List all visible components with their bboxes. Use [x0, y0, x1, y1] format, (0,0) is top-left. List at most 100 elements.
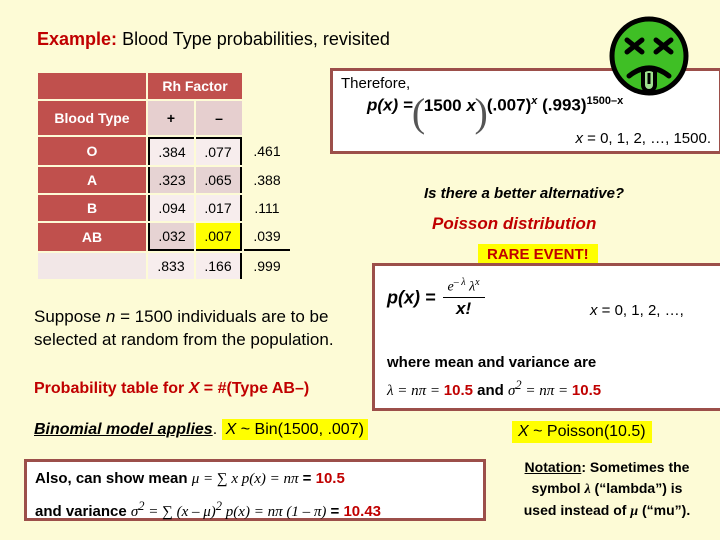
- variance-npi: nπ (1 – π): [267, 504, 327, 520]
- table-row-group-header: Rh Factor: [38, 73, 290, 99]
- poisson-mean-variance-values: λ = nπ = 10.5 and σ2 = nπ = 10.5: [387, 378, 601, 400]
- poisson-distribution-header: Poisson distribution: [432, 214, 597, 233]
- variance-text-a: and variance: [35, 503, 131, 520]
- caption-text-a: Probability table for: [34, 380, 189, 397]
- table-cell-ab-total: .039: [244, 223, 290, 251]
- table-header-blood-type: Blood Type: [38, 101, 146, 135]
- suppose-var-n: n: [105, 307, 116, 326]
- variance-value: 10.43: [343, 503, 382, 520]
- poisson-model-dist: ~ Poisson(10.5): [528, 423, 646, 440]
- table-margin-header-blank: [244, 73, 290, 99]
- pmf-term-p: (.007): [486, 95, 532, 115]
- table-cell-a-minus: .065: [196, 167, 242, 193]
- notation-line3-a: used instead of: [523, 502, 631, 518]
- caption-text-b: = #(Type AB–): [199, 380, 310, 397]
- notation-line2-a: symbol: [531, 480, 585, 496]
- mean-text-a: Also, can show mean: [35, 470, 192, 487]
- table-cell-b-total: .111: [244, 195, 290, 221]
- table-corner-blank: [38, 73, 146, 99]
- table-cell-o-plus: .384: [148, 137, 194, 165]
- mean-equals: =: [298, 470, 316, 487]
- poisson-x-range-text: = 0, 1, 2, …,: [597, 302, 684, 319]
- notation-line2-b: (“lambda”) is: [590, 480, 683, 496]
- poisson-e-exponent: – λ: [453, 277, 466, 288]
- poisson-mean-variance-note: where mean and variance are: [387, 354, 597, 371]
- binomial-distribution-badge: X ~ Bin(1500, .007): [221, 419, 368, 440]
- suppose-text-a: Suppose: [34, 307, 102, 326]
- variance-expr-c: p(x) =: [222, 504, 268, 520]
- table-row: AB .032 .007 .039: [38, 223, 290, 251]
- page-title: Example: Blood Type probabilities, revis…: [37, 29, 390, 50]
- poisson-x-var: x: [590, 302, 598, 319]
- table-row-label-a: A: [38, 167, 146, 193]
- title-keyword: Example:: [37, 29, 118, 49]
- rare-event-badge: RARE EVENT!: [478, 244, 598, 265]
- poisson-model-badge: X ~ Poisson(10.5): [512, 421, 652, 443]
- notation-line3-b: (“mu”).: [638, 502, 691, 518]
- table-row: B .094 .017 .111: [38, 195, 290, 221]
- table-footer-plus: .833: [148, 253, 194, 279]
- blood-type-probability-table: Rh Factor Blood Type + – O .384 .077 .46…: [36, 71, 292, 281]
- table-row-label-b: B: [38, 195, 146, 221]
- variance-line: and variance σ2 = ∑ (x – μ)2 p(x) = nπ (…: [35, 493, 475, 526]
- table-row-label-o: O: [38, 137, 146, 165]
- table-row-label-ab: AB: [38, 223, 146, 251]
- title-rest: Blood Type probabilities, revisited: [122, 29, 390, 49]
- poisson-fraction: e– λ λx x!: [442, 277, 485, 319]
- notation-heading: Notation: [524, 459, 582, 475]
- variance-equals: =: [326, 503, 344, 520]
- caption-var-x: X: [188, 380, 200, 397]
- binomial-x-range: x = 0, 1, 2, …, 1500.: [576, 130, 712, 147]
- poisson-numerator: e– λ λx: [442, 277, 485, 298]
- table-cell-o-total: .461: [244, 137, 290, 165]
- table-cell-ab-minus-highlighted: .007: [196, 223, 242, 251]
- table-row: O .384 .077 .461: [38, 137, 290, 165]
- binomial-period: .: [212, 421, 218, 438]
- table-row-footer: .833 .166 .999: [38, 253, 290, 279]
- poisson-lambda-expr: = nπ =: [393, 383, 444, 399]
- table-cell-ab-plus: .032: [148, 223, 194, 251]
- table-cell-b-plus: .094: [148, 195, 194, 221]
- poisson-pmf-formula: p(x) = e– λ λx x!: [387, 277, 487, 320]
- table-row-sub-header: Blood Type + –: [38, 101, 290, 135]
- pmf-term-q: (.993): [542, 95, 587, 115]
- notation-mu-symbol: μ: [630, 504, 639, 519]
- table-margin-cell-blank: [244, 101, 290, 135]
- table-footer-label: [38, 253, 146, 279]
- poisson-and: and: [472, 382, 508, 399]
- mean-expr: = ∑ x p(x) =: [199, 471, 284, 487]
- poisson-model-var-x: X: [518, 423, 529, 440]
- slide-canvas: Example: Blood Type probabilities, revis…: [0, 0, 720, 540]
- left-paren-glyph: (: [411, 90, 426, 136]
- table-cell-o-minus: .077: [196, 137, 242, 165]
- binomial-applies-label: Binomial model applies: [34, 421, 213, 438]
- therefore-label: Therefore,: [341, 75, 411, 92]
- binomial-x-range-text: = 0, 1, 2, …, 1500.: [583, 130, 711, 147]
- table-group-header-rh-factor: Rh Factor: [148, 73, 242, 99]
- mean-variance-box: Also, can show mean μ = ∑ x p(x) = nπ = …: [24, 459, 486, 521]
- binomial-coefficient: ( 1500 x ): [412, 93, 488, 133]
- poisson-pmf-box: p(x) = e– λ λx x! x = 0, 1, 2, …, where …: [372, 263, 720, 411]
- mean-npi: nπ: [283, 471, 299, 487]
- mean-line: Also, can show mean μ = ∑ x p(x) = nπ = …: [35, 465, 475, 493]
- notation-line1: : Sometimes the: [581, 459, 690, 475]
- table-subheader-minus: –: [196, 101, 242, 135]
- binomial-x-var: x: [575, 130, 584, 147]
- poisson-x-range: x = 0, 1, 2, …,: [590, 302, 684, 319]
- poisson-lambda-value: 10.5: [443, 382, 473, 399]
- poisson-pmf-lhs: p(x) =: [387, 287, 436, 308]
- table-cell-b-minus: .017: [196, 195, 242, 221]
- table-subheader-plus: +: [148, 101, 194, 135]
- pmf-lhs: p(x) =: [367, 95, 413, 115]
- poisson-sigma-expr: = nπ =: [521, 383, 572, 399]
- poisson-sigma-value: 10.5: [571, 382, 602, 399]
- binomial-dist-text: ~ Bin(1500, .007): [236, 421, 364, 438]
- poisson-denominator: x!: [456, 298, 472, 318]
- suppose-paragraph: Suppose n = 1500 individuals are to be s…: [34, 305, 364, 351]
- binomial-model-line: Binomial model applies. X ~ Bin(1500, .0…: [34, 419, 368, 440]
- alternative-question: Is there a better alternative?: [424, 185, 625, 202]
- binomial-pmf-formula: p(x) = ( 1500 x ) (.007)x (.993)1500–x: [367, 93, 623, 133]
- notation-note: Notation: Sometimes the symbol λ (“lambd…: [497, 457, 717, 522]
- binomial-var-x: X: [225, 421, 237, 438]
- poisson-lambda-exponent: x: [475, 277, 480, 288]
